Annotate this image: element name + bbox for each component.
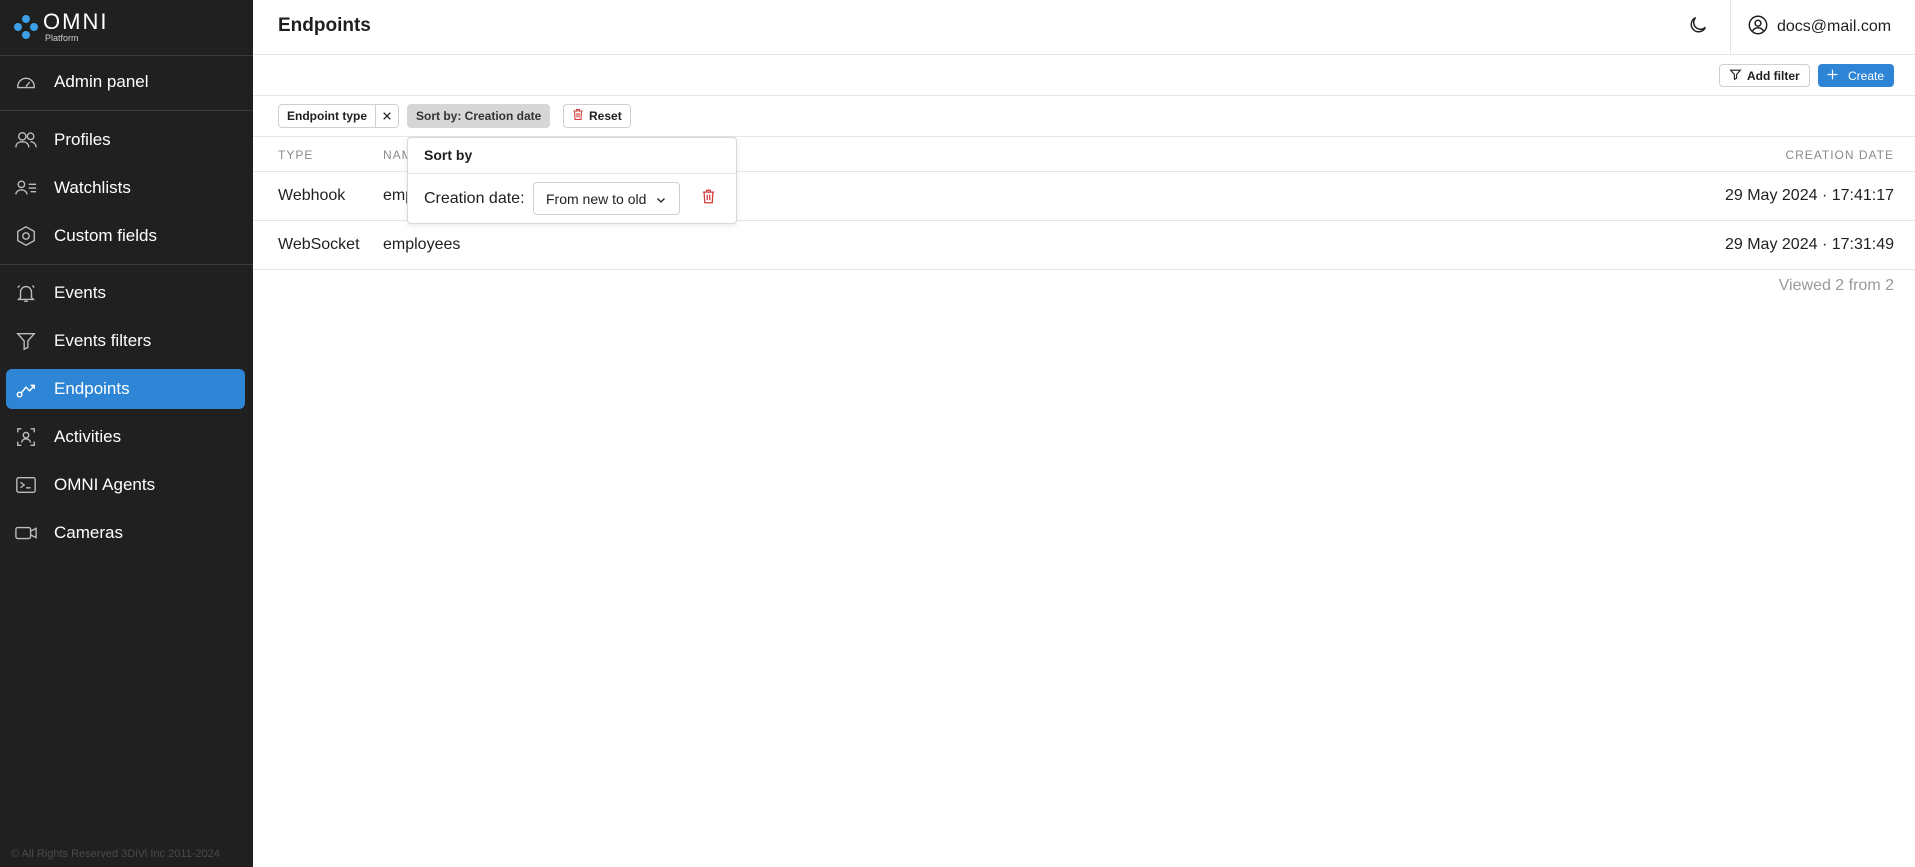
sidebar-divider — [0, 55, 253, 56]
moon-icon — [1687, 14, 1709, 41]
sidebar-item-profiles[interactable]: Profiles — [6, 120, 245, 160]
logo-name: OMNI — [43, 9, 109, 34]
user-list-icon — [14, 176, 38, 200]
sidebar-item-label: OMNI Agents — [54, 475, 156, 494]
user-menu[interactable]: docs@mail.com — [1747, 12, 1891, 42]
chevron-down-icon — [655, 193, 667, 209]
user-circle-icon — [1747, 14, 1769, 41]
header-divider — [1730, 0, 1731, 55]
cell-name: employees — [383, 236, 461, 253]
action-bar: Add filter Create — [253, 55, 1915, 96]
sort-chip[interactable]: Sort by: Creation date — [407, 104, 551, 128]
terminal-icon — [14, 473, 38, 497]
cell-type: WebSocket — [278, 236, 360, 253]
theme-toggle-button[interactable] — [1680, 12, 1716, 42]
gauge-icon — [14, 70, 38, 94]
sidebar-item-label: Profiles — [54, 130, 111, 149]
cell-type: Webhook — [278, 187, 346, 204]
column-header-type[interactable]: TYPE — [278, 148, 313, 162]
remove-filter-button[interactable] — [375, 105, 398, 127]
endpoint-type-chip: Endpoint type — [278, 104, 399, 128]
hexagon-icon — [14, 224, 38, 248]
sidebar-item-label: Events filters — [54, 331, 152, 350]
filter-chips-bar: Endpoint type Sort by: Creation date Res… — [253, 96, 1915, 137]
delete-sort-button[interactable] — [698, 188, 718, 210]
sidebar-item-endpoints[interactable]: Endpoints — [6, 369, 245, 409]
route-icon — [14, 377, 38, 401]
create-button[interactable]: Create — [1818, 64, 1894, 87]
logo-mark-icon — [13, 14, 39, 40]
user-email: docs@mail.com — [1777, 18, 1892, 35]
sidebar-item-admin-panel[interactable]: Admin panel — [6, 62, 245, 102]
close-icon — [383, 112, 391, 120]
sidebar-item-label: Activities — [54, 427, 122, 446]
sidebar-item-omni-agents[interactable]: OMNI Agents — [6, 465, 245, 505]
users-icon — [14, 128, 38, 152]
filter-icon — [1729, 68, 1742, 84]
plus-icon — [1826, 68, 1839, 84]
reset-label: Reset — [589, 109, 622, 123]
sidebar-divider — [0, 264, 253, 265]
cell-creation-date: 29 May 2024 · 17:41:17 — [1724, 187, 1894, 204]
face-scan-icon — [14, 425, 38, 449]
sidebar: OMNI Platform Admin panel Profiles Watch… — [0, 0, 253, 867]
sidebar-item-custom-fields[interactable]: Custom fields — [6, 216, 245, 256]
sort-popover-title: Sort by — [424, 147, 473, 163]
page-title: Endpoints — [278, 15, 371, 36]
sidebar-item-label: Cameras — [54, 523, 123, 542]
sidebar-item-label: Admin panel — [54, 72, 149, 91]
trash-icon — [701, 188, 716, 210]
sidebar-item-watchlists[interactable]: Watchlists — [6, 168, 245, 208]
sort-popover: Sort by Creation date: From new to old — [407, 137, 737, 224]
copyright: © All Rights Reserved 3DiVi Inc 2011-202… — [11, 848, 220, 860]
sidebar-item-events[interactable]: Events — [6, 273, 245, 313]
omni-logo[interactable]: OMNI Platform — [13, 9, 109, 43]
cell-creation-date: 29 May 2024 · 17:31:49 — [1724, 236, 1894, 253]
column-header-creation-date[interactable]: CREATION DATE — [1785, 148, 1894, 162]
logo-subtitle: Platform — [45, 33, 79, 43]
create-label: Create — [1848, 68, 1885, 83]
sidebar-item-activities[interactable]: Activities — [6, 417, 245, 457]
sidebar-item-label: Events — [54, 283, 106, 302]
endpoint-type-chip-label[interactable]: Endpoint type — [279, 105, 375, 127]
top-header: Endpoints docs@mail.com — [253, 0, 1915, 55]
sidebar-item-events-filters[interactable]: Events filters — [6, 321, 245, 361]
add-filter-label: Add filter — [1747, 68, 1800, 83]
bell-icon — [14, 281, 38, 305]
sidebar-item-label: Watchlists — [54, 178, 131, 197]
video-icon — [14, 521, 38, 545]
trash-icon — [572, 108, 584, 124]
sort-order-select[interactable]: From new to old — [533, 182, 680, 215]
sidebar-item-label: Custom fields — [54, 226, 157, 245]
popover-divider — [408, 173, 736, 174]
table-row[interactable]: WebSocket employees 29 May 2024 · 17:31:… — [253, 221, 1915, 270]
sort-field-label: Creation date: — [424, 190, 525, 207]
sidebar-item-cameras[interactable]: Cameras — [6, 513, 245, 553]
add-filter-button[interactable]: Add filter — [1719, 64, 1810, 87]
sort-order-value: From new to old — [546, 190, 647, 207]
reset-button[interactable]: Reset — [563, 104, 631, 128]
sidebar-item-label: Endpoints — [54, 379, 130, 398]
sidebar-divider — [0, 110, 253, 111]
filter-icon — [14, 329, 38, 353]
viewed-count: Viewed 2 from 2 — [1778, 277, 1894, 294]
